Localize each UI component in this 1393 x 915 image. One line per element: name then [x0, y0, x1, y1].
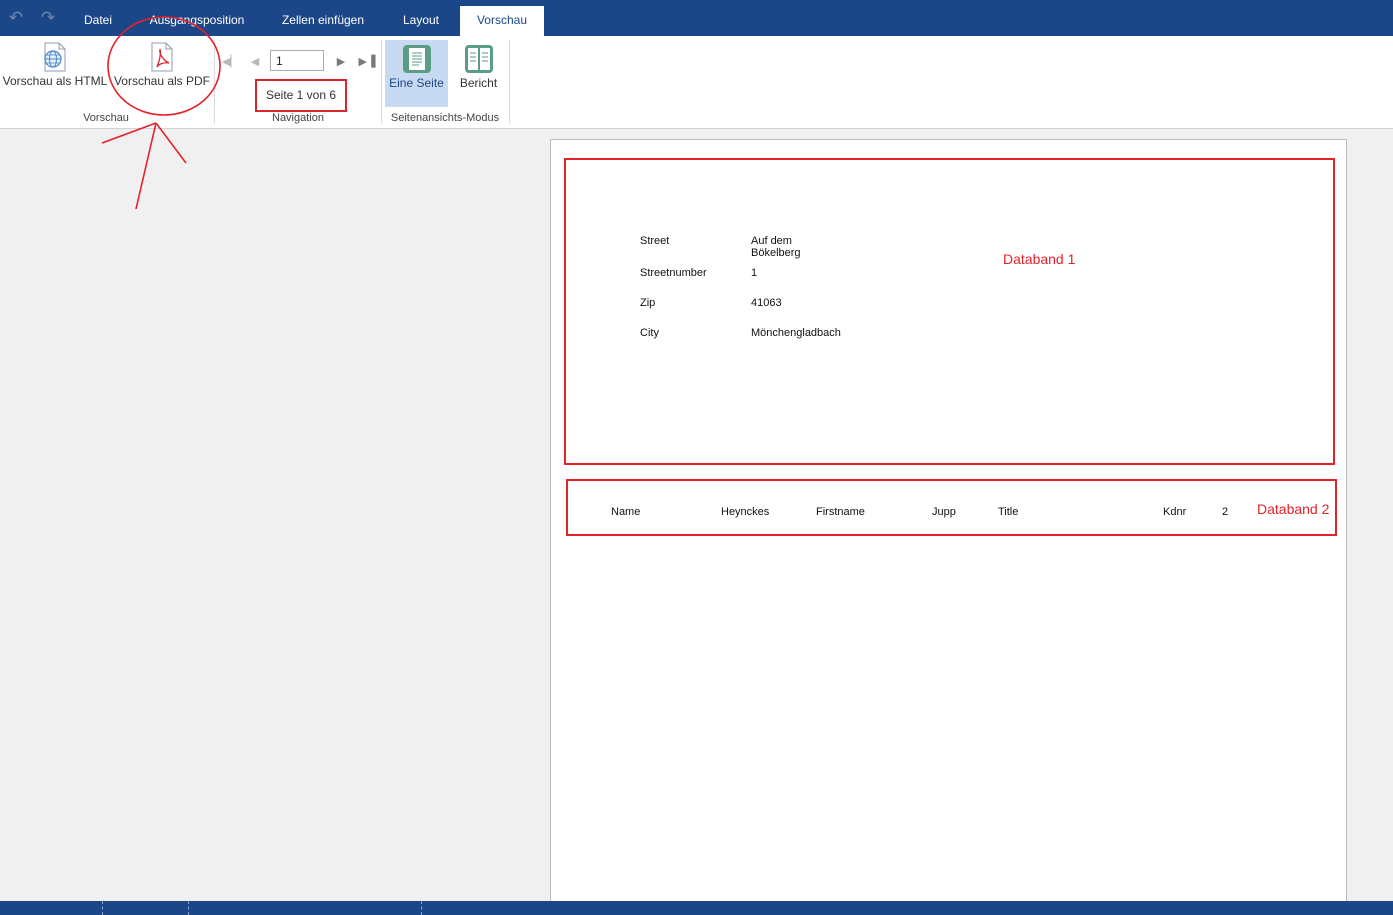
status-segment [0, 901, 103, 915]
ribbon: Vorschau als HTML Vorschau als PDF Vorsc… [0, 36, 1393, 129]
report-page-preview: Street Auf dem Bökelberg Streetnumber 1 … [550, 139, 1347, 915]
tab-datei[interactable]: Datei [76, 6, 120, 36]
firstname-value: Jupp [932, 506, 956, 518]
last-page-icon[interactable]: ▶▐ [358, 53, 376, 71]
one-page-mode-label: Eine Seite [389, 76, 444, 90]
annotation-arrow-shaft [135, 122, 157, 210]
streetnumber-value: 1 [751, 267, 758, 279]
databand-1-annotation: Databand 1 [1003, 251, 1076, 267]
databand-2-annotation: Databand 2 [1257, 501, 1330, 517]
databand-1: Street Auf dem Bökelberg Streetnumber 1 … [564, 158, 1335, 465]
databand-2: Name Heynckes Firstname Jupp Title Kdnr … [566, 479, 1337, 536]
preview-html-label: Vorschau als HTML [2, 74, 108, 88]
street-value: Auf dem Bökelberg [751, 235, 801, 259]
annotation-arrow-head [155, 122, 187, 164]
status-bar [0, 901, 1393, 915]
kdnr-value: 2 [1222, 506, 1229, 518]
firstname-label: Firstname [816, 506, 865, 518]
report-mode-label: Bericht [459, 76, 498, 90]
single-page-icon [402, 45, 431, 73]
city-label: City [640, 327, 659, 339]
tab-zellen-einfuegen[interactable]: Zellen einfügen [272, 6, 374, 36]
status-segment [189, 901, 422, 915]
group-separator [381, 40, 382, 124]
group-label-view-mode: Seitenansichts-Modus [390, 112, 500, 124]
previous-page-icon[interactable]: ◀ [248, 53, 262, 71]
preview-html-button[interactable]: Vorschau als HTML [2, 42, 108, 88]
pdf-icon [151, 42, 173, 72]
title-label: Title [998, 506, 1019, 518]
kdnr-label: Kdnr [1163, 506, 1187, 518]
group-separator [509, 40, 510, 124]
page-number-input[interactable] [270, 50, 324, 71]
name-label: Name [611, 506, 641, 518]
status-segment [102, 901, 189, 915]
tab-layout[interactable]: Layout [392, 6, 450, 36]
one-page-mode-button[interactable]: Eine Seite [385, 40, 448, 107]
zip-value: 41063 [751, 297, 782, 309]
report-pages-icon [464, 45, 493, 73]
html-globe-icon [44, 42, 66, 72]
group-label-navigation: Navigation [272, 112, 324, 124]
name-value: Heynckes [721, 506, 770, 518]
preview-pdf-button[interactable]: Vorschau als PDF [113, 42, 211, 88]
zip-label: Zip [640, 297, 656, 309]
redo-icon[interactable]: ↷ [39, 9, 57, 27]
preview-pdf-label: Vorschau als PDF [113, 74, 211, 88]
next-page-icon[interactable]: ▶ [334, 53, 348, 71]
tab-vorschau[interactable]: Vorschau [460, 6, 544, 36]
ribbon-tab-bar: ↶ ↷ Datei Ausgangsposition Zellen einfüg… [0, 0, 1393, 36]
streetnumber-label: Streetnumber [640, 267, 707, 279]
report-mode-button[interactable]: Bericht [451, 40, 506, 107]
street-label: Street [640, 235, 670, 247]
first-page-icon[interactable]: ◀▏ [222, 53, 239, 71]
tab-ausgangsposition[interactable]: Ausgangsposition [140, 6, 254, 36]
group-label-vorschau: Vorschau [83, 112, 129, 124]
city-value: Mönchengladbach [751, 327, 841, 339]
undo-icon[interactable]: ↶ [7, 9, 25, 27]
page-status: Seite 1 von 6 [255, 79, 347, 112]
group-separator [214, 40, 215, 124]
